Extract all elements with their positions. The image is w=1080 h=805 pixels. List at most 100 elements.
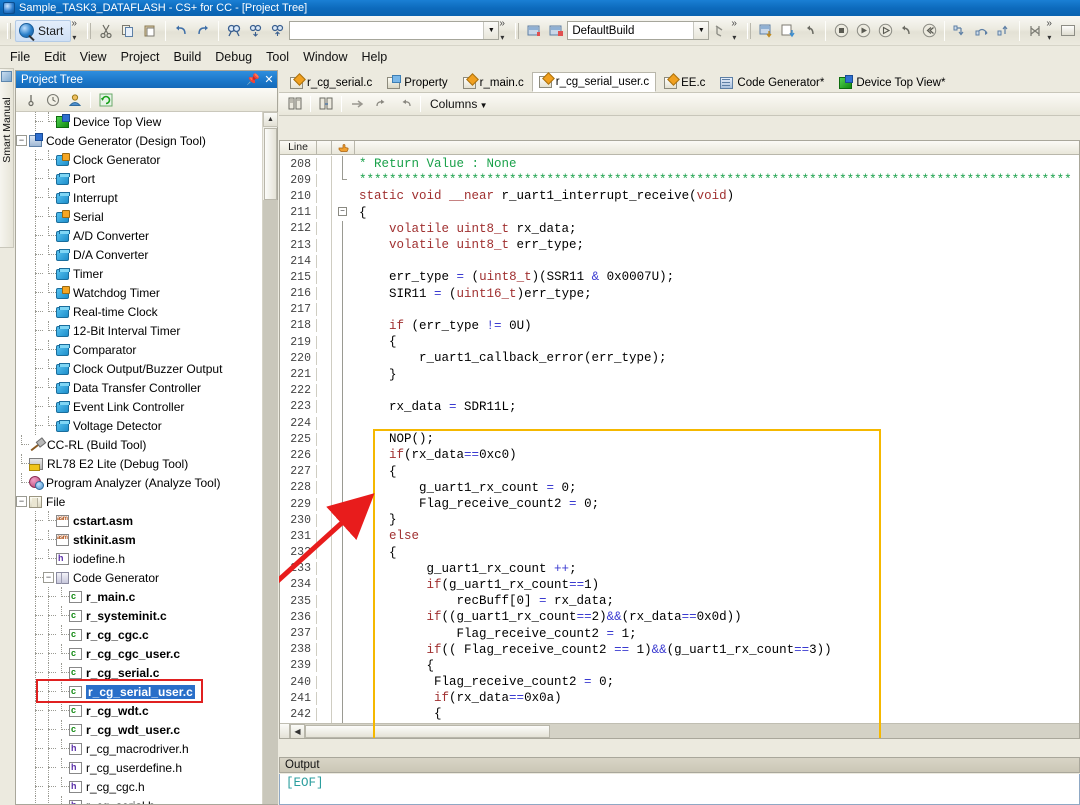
step-back-icon[interactable]	[799, 20, 821, 42]
user-icon[interactable]	[64, 90, 86, 110]
tree-item-clock-generator[interactable]: Clock Generator	[16, 150, 277, 169]
code-horizontal-scrollbar[interactable]: ◀	[280, 723, 1079, 738]
code-fold-gutter[interactable]	[332, 220, 355, 237]
scroll-up-button[interactable]: ▲	[263, 112, 278, 127]
breakpoint-gutter[interactable]	[317, 350, 332, 367]
code-fold-gutter[interactable]	[332, 479, 355, 496]
toolbar-overflow-1[interactable]	[71, 18, 80, 42]
editor-tab-device-top-view[interactable]: Device Top View*	[832, 72, 952, 92]
find-icon[interactable]	[223, 20, 245, 42]
tree-item-stkinit-asm[interactable]: stkinit.asm	[16, 530, 277, 549]
undo-nav-icon[interactable]	[393, 94, 417, 114]
breakpoint-gutter[interactable]	[317, 544, 332, 561]
menu-item-edit[interactable]: Edit	[37, 48, 73, 66]
output-panel-content[interactable]: [EOF]	[279, 774, 1080, 805]
breakpoint-gutter[interactable]	[317, 690, 332, 707]
fold-collapse-icon[interactable]: −	[338, 206, 347, 216]
breakpoint-gutter[interactable]	[317, 172, 332, 189]
cut-icon[interactable]	[95, 20, 117, 42]
property-icon[interactable]	[20, 90, 42, 110]
code-line[interactable]: 214	[280, 253, 1079, 270]
code-fold-gutter[interactable]	[332, 625, 355, 642]
breakpoint-gutter[interactable]	[317, 398, 332, 415]
tree-expander-collapse-icon[interactable]: −	[43, 572, 54, 583]
editor-tab-code-generator[interactable]: Code Generator*	[713, 72, 831, 92]
copy-icon[interactable]	[117, 20, 139, 42]
tree-item-serial[interactable]: Serial	[16, 207, 277, 226]
code-fold-gutter[interactable]	[332, 188, 355, 204]
code-line[interactable]: 227 {	[280, 463, 1079, 480]
code-fold-gutter[interactable]	[332, 560, 355, 577]
tree-item-program-analyzer-analyze-tool[interactable]: Program Analyzer (Analyze Tool)	[16, 473, 277, 492]
breakpoint-gutter[interactable]	[317, 641, 332, 658]
code-fold-gutter[interactable]	[332, 674, 355, 691]
scroll-track[interactable]	[263, 200, 278, 804]
breakpoint-gutter[interactable]	[317, 285, 332, 302]
tree-item-r-cg-wdt-c[interactable]: r_cg_wdt.c	[16, 701, 277, 720]
code-line[interactable]: 235 recBuff[0] = rx_data;	[280, 593, 1079, 610]
close-icon[interactable]: ✕	[261, 72, 277, 87]
code-fold-gutter[interactable]	[332, 156, 355, 173]
code-line[interactable]: 208 * Return Value : None	[280, 156, 1079, 173]
upload-icon[interactable]	[777, 20, 799, 42]
code-fold-gutter[interactable]	[332, 576, 355, 594]
code-line[interactable]: 233 g_uart1_rx_count ++;	[280, 560, 1079, 577]
code-fold-gutter[interactable]	[332, 172, 355, 188]
paste-icon[interactable]	[139, 20, 161, 42]
split-view-icon[interactable]	[283, 94, 307, 114]
code-fold-gutter[interactable]	[332, 382, 355, 399]
tree-item-12-bit-interval-timer[interactable]: 12-Bit Interval Timer	[16, 321, 277, 340]
toolbar-overflow-4[interactable]	[1046, 18, 1055, 42]
breakpoint-gutter[interactable]	[317, 188, 332, 205]
tree-item-r-cg-userdefine-h[interactable]: r_cg_userdefine.h	[16, 758, 277, 777]
breakpoint-gutter[interactable]	[317, 479, 332, 496]
tree-item-port[interactable]: Port	[16, 169, 277, 188]
tree-item-rl78-e2-lite-debug-tool[interactable]: RL78 E2 Lite (Debug Tool)	[16, 454, 277, 473]
tree-item-real-time-clock[interactable]: Real-time Clock	[16, 302, 277, 321]
cpu-reset-icon[interactable]	[1024, 20, 1046, 42]
tree-item-clock-output-buzzer-output[interactable]: Clock Output/Buzzer Output	[16, 359, 277, 378]
code-lines[interactable]: 208 * Return Value : None 209 *************…	[280, 156, 1079, 738]
breakpoint-gutter[interactable]	[317, 317, 332, 335]
code-line[interactable]: 223 rx_data = SDR11L;	[280, 398, 1079, 415]
code-line[interactable]: 242 {	[280, 706, 1079, 723]
code-fold-gutter[interactable]	[332, 366, 355, 383]
redo-icon[interactable]	[192, 20, 214, 42]
code-line[interactable]: 222	[280, 382, 1079, 399]
editor-tab-ee-c[interactable]: EE.c	[657, 72, 712, 92]
tree-expander-collapse-icon[interactable]: −	[16, 135, 27, 146]
project-tree-scrollbar[interactable]: ▲	[262, 112, 278, 804]
code-fold-gutter[interactable]	[332, 706, 355, 723]
code-fold-gutter[interactable]	[332, 463, 355, 480]
tree-expander-collapse-icon[interactable]: −	[16, 496, 27, 507]
code-line[interactable]: 213 volatile uint8_t err_type;	[280, 236, 1079, 254]
build-and-download-icon[interactable]	[709, 20, 731, 42]
debug-toolbar-grip[interactable]	[745, 20, 752, 42]
editor-tab-r-main-c[interactable]: r_main.c	[456, 72, 531, 92]
edit-toolbar-grip[interactable]	[85, 20, 92, 42]
breakpoint-gutter[interactable]	[317, 301, 332, 318]
code-line[interactable]: 231 else	[280, 528, 1079, 545]
run-icon[interactable]	[852, 20, 874, 42]
horizontal-scroll-thumb[interactable]	[305, 724, 550, 738]
smart-manual-dock-tab[interactable]: Smart Manual	[0, 68, 14, 248]
breakpoint-gutter[interactable]	[317, 609, 332, 626]
breakpoint-gutter[interactable]	[317, 253, 332, 270]
code-line[interactable]: 219 {	[280, 334, 1079, 351]
breakpoint-gutter[interactable]	[317, 576, 332, 594]
toolbar-overflow-3[interactable]	[731, 18, 740, 42]
code-fold-gutter[interactable]	[332, 317, 355, 335]
code-line[interactable]: 209 *************************************…	[280, 172, 1079, 189]
code-fold-gutter[interactable]	[332, 431, 355, 448]
code-fold-gutter[interactable]	[332, 609, 355, 626]
code-fold-gutter[interactable]	[332, 641, 355, 658]
rebuild-project-icon[interactable]	[545, 20, 567, 42]
code-fold-gutter[interactable]	[332, 593, 355, 610]
code-line[interactable]: 211 − {	[280, 204, 1079, 221]
tree-item-cstart-asm[interactable]: cstart.asm	[16, 511, 277, 530]
code-fold-gutter[interactable]	[332, 236, 355, 254]
tree-item-event-link-controller[interactable]: Event Link Controller	[16, 397, 277, 416]
code-fold-gutter[interactable]	[332, 690, 355, 707]
menu-item-window[interactable]: Window	[296, 48, 354, 66]
tree-item-r-systeminit-c[interactable]: r_systeminit.c	[16, 606, 277, 625]
